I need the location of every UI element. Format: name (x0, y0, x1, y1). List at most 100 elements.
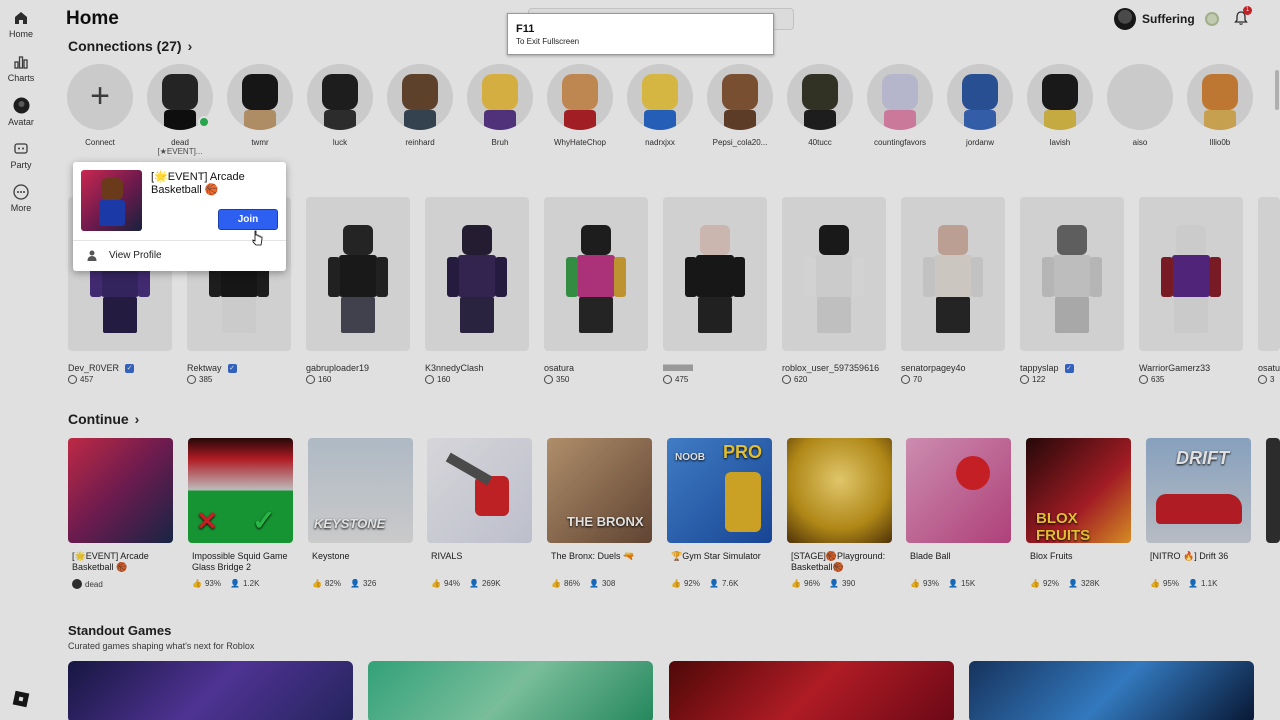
nav-party[interactable]: Party (0, 141, 42, 170)
continue-header[interactable]: Continue › (68, 411, 139, 427)
game-title[interactable]: Impossible Squid Game Glass Bridge 2 (192, 551, 300, 573)
connection-item[interactable]: jordanw (947, 64, 1013, 147)
connection-item[interactable]: aiso (1107, 64, 1173, 147)
game-title[interactable]: RIVALS (431, 551, 539, 562)
game-title[interactable]: Blox Fruits (1030, 551, 1138, 562)
avatar-price: 70 (901, 375, 922, 384)
avatar-card[interactable] (663, 197, 767, 351)
game-title[interactable]: [NITRO 🔥] Drift 36 (1150, 551, 1258, 562)
standout-card[interactable] (68, 661, 353, 720)
nav-more[interactable]: More (0, 184, 42, 213)
game-title[interactable]: [🌟EVENT] Arcade Basketball 🏀 (72, 551, 180, 573)
more-icon (13, 184, 29, 200)
nav-home[interactable]: Home (0, 10, 42, 39)
game-tile[interactable]: DRIFT (1146, 438, 1251, 543)
connection-item[interactable]: Bruh (467, 64, 533, 147)
game-tile[interactable]: NOOB PRO (667, 438, 772, 543)
players: 269K (481, 579, 501, 588)
connection-item[interactable]: nadrxjxx (627, 64, 693, 147)
game-tile[interactable] (427, 438, 532, 543)
thumbs-up-icon: 👍 (671, 579, 681, 588)
game-thumbnail[interactable] (81, 170, 142, 231)
avatar-card[interactable] (425, 197, 529, 351)
rating: 92% (1042, 579, 1059, 588)
thumbs-up-icon: 👍 (1150, 579, 1160, 588)
connections-header[interactable]: Connections (27) › (68, 38, 192, 54)
creator-name: K3nnedyClash (425, 363, 484, 373)
connect-button[interactable]: + Connect (67, 64, 133, 147)
username[interactable]: Suffering (1142, 12, 1195, 26)
tile-label: NOOB (675, 452, 705, 463)
connection-item[interactable]: countingfavors (867, 64, 933, 147)
nav-party-label: Party (10, 160, 32, 170)
game-tile[interactable]: BLOX FRUITS (1026, 438, 1131, 543)
game-tile[interactable]: ✕ ✓ (188, 438, 293, 543)
standout-title[interactable]: Standout Games (68, 623, 171, 638)
connection-item[interactable]: dead [★EVENT]... (147, 64, 213, 156)
avatar-creator[interactable]: gabruploader19 (306, 363, 369, 373)
avatar-creator[interactable]: WarriorGamerz33 (1139, 363, 1210, 373)
robux-icon[interactable] (1204, 12, 1219, 26)
standout-card[interactable] (368, 661, 653, 720)
view-profile-button[interactable]: View Profile (81, 246, 278, 264)
game-title[interactable]: Blade Ball (910, 551, 1018, 562)
game-tile[interactable] (68, 438, 173, 543)
rating: 92% (683, 579, 700, 588)
connection-item[interactable]: twmr (227, 64, 293, 147)
join-button[interactable]: Join (218, 209, 278, 230)
avatar-price: 3 (1258, 375, 1280, 384)
standout-card[interactable] (669, 661, 954, 720)
connection-item[interactable]: WhyHateChop (547, 64, 613, 147)
game-tile[interactable] (1266, 438, 1280, 543)
game-title[interactable]: The Bronx: Duels 🔫 (551, 551, 659, 562)
avatar-card[interactable] (544, 197, 648, 351)
game-title[interactable]: [STAGE]🏀Playground: Basketball🏀 (791, 551, 899, 573)
nav-charts[interactable]: Charts (0, 54, 42, 83)
avatar-card[interactable] (1020, 197, 1124, 351)
connection-name: reinhard (405, 138, 435, 147)
avatar-creator[interactable]: osatu (1258, 363, 1280, 373)
avatar-card[interactable] (1139, 197, 1243, 351)
avatar-card[interactable] (1258, 197, 1280, 351)
game-tile[interactable] (906, 438, 1011, 543)
avatar-creator[interactable]: lllllllllllllll (663, 363, 693, 373)
game-stats: 👍 92% 👤 7.6K (671, 579, 738, 588)
connection-item[interactable]: 40tucc (787, 64, 853, 147)
avatar-creator[interactable]: osatura (544, 363, 574, 373)
avatar-card[interactable] (306, 197, 410, 351)
avatar-creator[interactable]: Dev_R0VER ✓ (68, 363, 135, 373)
user-menu[interactable]: Suffering (1114, 8, 1219, 30)
standout-card[interactable] (969, 661, 1254, 720)
price-value: 160 (318, 375, 332, 384)
game-tile[interactable]: KEYSTONE (308, 438, 413, 543)
game-tile[interactable] (787, 438, 892, 543)
roblox-logo-icon[interactable] (12, 690, 30, 708)
connection-name: Bruh (491, 138, 509, 147)
game-title[interactable]: Keystone (312, 551, 420, 562)
avatar-creator[interactable]: K3nnedyClash (425, 363, 484, 373)
user-avatar[interactable] (1114, 8, 1136, 30)
creator-name: lllllllllllllll (663, 363, 693, 373)
popup-game-title: [🌟EVENT] Arcade Basketball 🏀 (151, 171, 245, 196)
avatar-creator[interactable]: roblox_user_597359616 (782, 363, 879, 373)
players: 390 (841, 579, 856, 588)
avatar-creator[interactable]: tappyslap ✓ (1020, 363, 1074, 373)
connection-item[interactable]: lllio0b (1187, 64, 1253, 147)
price-value: 122 (1032, 375, 1046, 384)
players-icon: 👤 (588, 579, 599, 588)
avatar-creator[interactable]: senatorpagey4o (901, 363, 966, 373)
avatar-card[interactable] (782, 197, 886, 351)
avatar-creator[interactable]: Rektway ✓ (187, 363, 237, 373)
players: 326 (362, 579, 377, 588)
connection-item[interactable]: reinhard (387, 64, 453, 147)
scrollbar[interactable] (1275, 70, 1279, 110)
connection-item[interactable]: luck (307, 64, 373, 147)
nav-avatar[interactable]: Avatar (0, 97, 42, 127)
connection-item[interactable]: Pepsi_cola20... (707, 64, 773, 147)
game-title[interactable]: 🏆Gym Star Simulator (671, 551, 779, 562)
players: 308 (601, 579, 616, 588)
creator-name: WarriorGamerz33 (1139, 363, 1211, 373)
game-tile[interactable]: THE BRONX (547, 438, 652, 543)
avatar-card[interactable] (901, 197, 1005, 351)
connection-item[interactable]: lavish (1027, 64, 1093, 147)
